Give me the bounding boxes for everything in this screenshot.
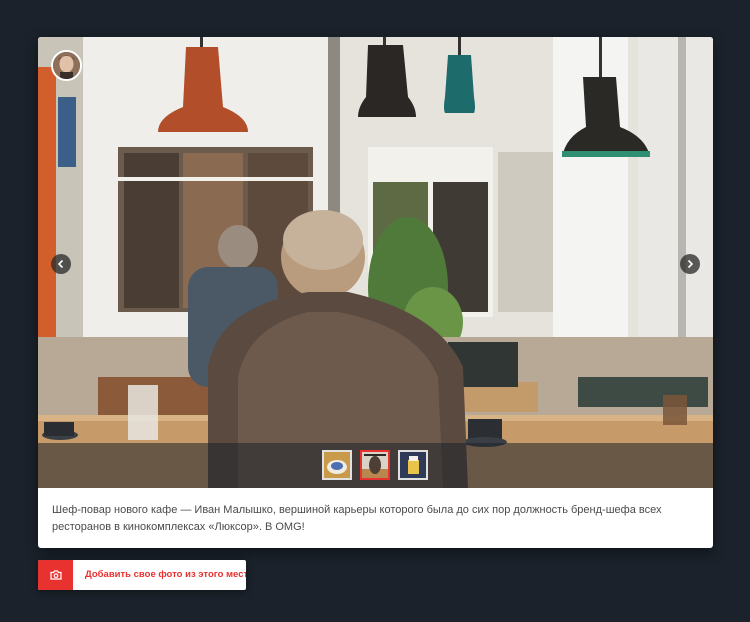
cafe-photo-illustration — [38, 37, 713, 488]
camera-icon — [49, 570, 62, 580]
thumbnail-2-image — [362, 452, 388, 478]
author-avatar[interactable] — [51, 50, 82, 81]
add-photo-label: Добавить свое фото из этого места — [85, 569, 246, 580]
gallery-photo[interactable] — [38, 37, 713, 488]
thumbnail-1-image — [324, 452, 350, 478]
previous-photo-button[interactable] — [51, 254, 71, 274]
thumbnail-2[interactable] — [360, 450, 390, 480]
thumbnail-1[interactable] — [322, 450, 352, 480]
thumbnail-strip — [38, 443, 713, 488]
chevron-left-icon — [57, 259, 64, 269]
add-photo-button[interactable]: Добавить свое фото из этого места — [38, 560, 246, 590]
chevron-right-icon — [687, 259, 694, 269]
photo-caption: Шеф-повар нового кафе — Иван Малышко, ве… — [52, 504, 662, 533]
add-photo-icon-box — [38, 560, 73, 590]
photo-card: Шеф-повар нового кафе — Иван Малышко, ве… — [38, 37, 713, 548]
next-photo-button[interactable] — [680, 254, 700, 274]
thumbnail-3-image — [400, 452, 426, 478]
thumbnail-3[interactable] — [398, 450, 428, 480]
avatar-face-icon — [53, 52, 80, 79]
